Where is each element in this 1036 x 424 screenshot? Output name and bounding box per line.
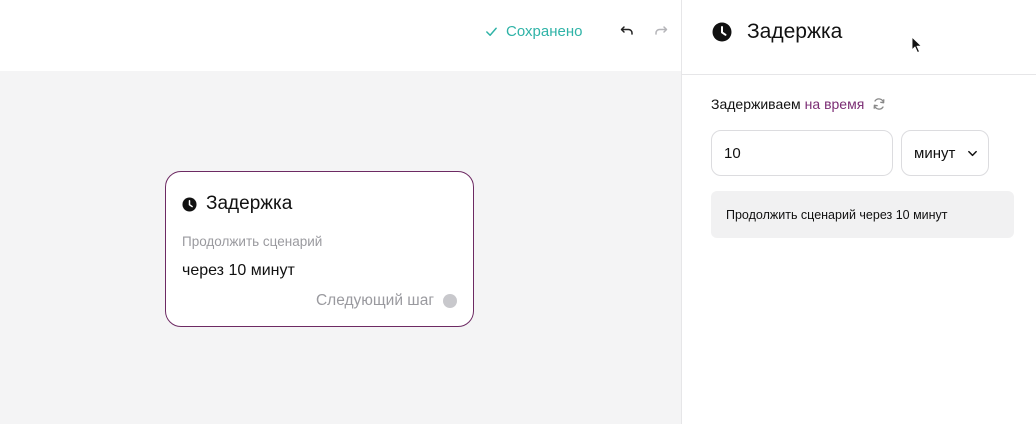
top-toolbar: Сохранено xyxy=(0,0,681,71)
next-step-label: Следующий шаг xyxy=(315,292,434,309)
chevron-down-icon xyxy=(968,150,978,156)
save-status-label: Сохранено xyxy=(506,22,583,40)
delay-unit-value: минут xyxy=(914,144,956,162)
delay-summary: Продолжить сценарий через 10 минут xyxy=(711,191,1014,238)
undo-icon xyxy=(620,26,633,35)
refresh-icon[interactable] xyxy=(872,97,886,111)
clock-icon xyxy=(712,22,732,42)
delay-mode-link[interactable]: на время xyxy=(805,96,865,112)
undo-button[interactable] xyxy=(617,21,637,41)
delay-node-card[interactable]: Задержка Продолжить сценарий через 10 ми… xyxy=(165,171,474,327)
mouse-cursor-icon xyxy=(911,36,922,53)
node-subtitle: Продолжить сценарий xyxy=(182,234,323,249)
scenario-canvas[interactable]: Задержка Продолжить сценарий через 10 ми… xyxy=(0,71,681,424)
check-icon xyxy=(486,27,497,36)
delay-summary-text: Продолжить сценарий через 10 минут xyxy=(726,207,948,222)
panel-header: Задержка xyxy=(682,0,1036,75)
clock-icon xyxy=(182,196,197,212)
node-header: Задержка xyxy=(182,193,292,215)
panel-title: Задержка xyxy=(747,20,843,43)
node-value: через 10 минут xyxy=(182,262,295,279)
node-title: Задержка xyxy=(206,193,293,214)
redo-icon xyxy=(655,26,668,35)
save-status: Сохранено xyxy=(485,21,582,41)
settings-panel: Задержка Задерживаем на время минут Прод… xyxy=(681,0,1036,424)
next-step-connector[interactable] xyxy=(443,294,457,308)
redo-button[interactable] xyxy=(651,21,671,41)
editor-area: Сохранено Задержка Продолжить сценарий ч… xyxy=(0,0,681,424)
delay-label: Задерживаем xyxy=(711,96,801,112)
delay-label-row: Задерживаем на время xyxy=(711,96,886,112)
delay-unit-select[interactable]: минут xyxy=(901,130,989,176)
delay-amount-input[interactable] xyxy=(711,130,893,176)
next-step: Следующий шаг xyxy=(316,292,457,310)
